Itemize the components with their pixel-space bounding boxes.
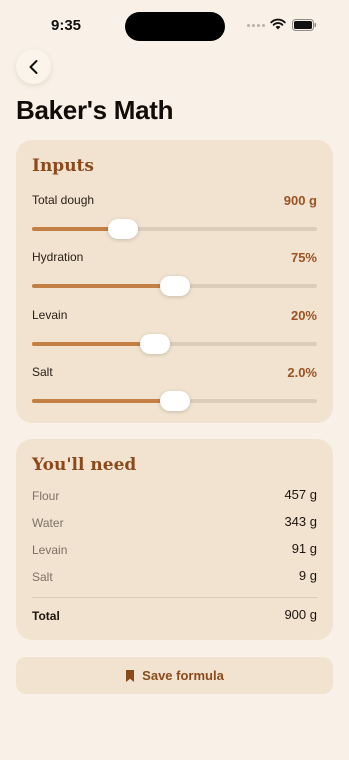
- need-label: Levain: [32, 543, 68, 557]
- need-value: 457 g: [284, 487, 317, 502]
- status-time: 9:35: [51, 17, 82, 34]
- battery-icon: [292, 19, 317, 31]
- save-formula-button[interactable]: Save formula: [16, 657, 333, 694]
- slider-thumb[interactable]: [139, 334, 170, 354]
- need-value: 9 g: [298, 568, 317, 583]
- salt-slider[interactable]: [32, 391, 317, 411]
- slider-thumb[interactable]: [159, 391, 190, 411]
- save-formula-label: Save formula: [142, 668, 224, 683]
- input-value: 75%: [290, 250, 317, 265]
- chevron-left-icon: [29, 59, 37, 74]
- divider: [32, 597, 317, 598]
- need-label: Flour: [32, 489, 60, 503]
- levain-slider[interactable]: [32, 334, 317, 354]
- need-row-water: Water 343 g: [32, 514, 317, 532]
- hydration-slider[interactable]: [32, 276, 317, 296]
- input-value: 900 g: [283, 193, 317, 208]
- slider-thumb[interactable]: [159, 276, 190, 296]
- slider-thumb[interactable]: [108, 219, 139, 239]
- total-value: 900 g: [284, 607, 317, 622]
- need-row-flour: Flour 457 g: [32, 487, 317, 505]
- input-label: Total dough: [32, 193, 95, 207]
- bookmark-icon: [126, 669, 135, 682]
- input-hydration: Hydration 75%: [32, 250, 317, 296]
- slider-fill: [32, 399, 175, 403]
- total-label: Total: [32, 609, 60, 623]
- total-dough-slider[interactable]: [32, 219, 317, 239]
- inputs-title: Inputs: [32, 156, 94, 176]
- input-salt: Salt 2.0%: [32, 365, 317, 411]
- wifi-icon: [270, 18, 286, 30]
- need-value: 91 g: [291, 541, 317, 556]
- need-row-salt: Salt 9 g: [32, 568, 317, 586]
- dynamic-island: [125, 12, 225, 41]
- input-total-dough: Total dough 900 g: [32, 193, 317, 239]
- need-row-total: Total 900 g: [32, 607, 317, 625]
- need-row-levain: Levain 91 g: [32, 541, 317, 559]
- need-label: Salt: [32, 570, 53, 584]
- input-label: Salt: [32, 365, 53, 379]
- you-need-title: You'll need: [32, 455, 137, 475]
- back-button[interactable]: [16, 49, 51, 84]
- signal-icon: [247, 24, 265, 27]
- need-label: Water: [32, 516, 64, 530]
- input-label: Levain: [32, 308, 68, 322]
- slider-fill: [32, 284, 175, 288]
- input-value: 20%: [290, 308, 317, 323]
- inputs-card: Inputs Total dough 900 g Hydration 75% L…: [16, 140, 333, 423]
- you-need-card: You'll need Flour 457 g Water 343 g Leva…: [16, 439, 333, 640]
- status-bar: 9:35: [0, 0, 349, 52]
- page-title: Baker's Math: [16, 95, 174, 125]
- input-label: Hydration: [32, 250, 84, 264]
- slider-fill: [32, 342, 155, 346]
- need-value: 343 g: [284, 514, 317, 529]
- input-levain: Levain 20%: [32, 308, 317, 354]
- input-value: 2.0%: [287, 365, 317, 380]
